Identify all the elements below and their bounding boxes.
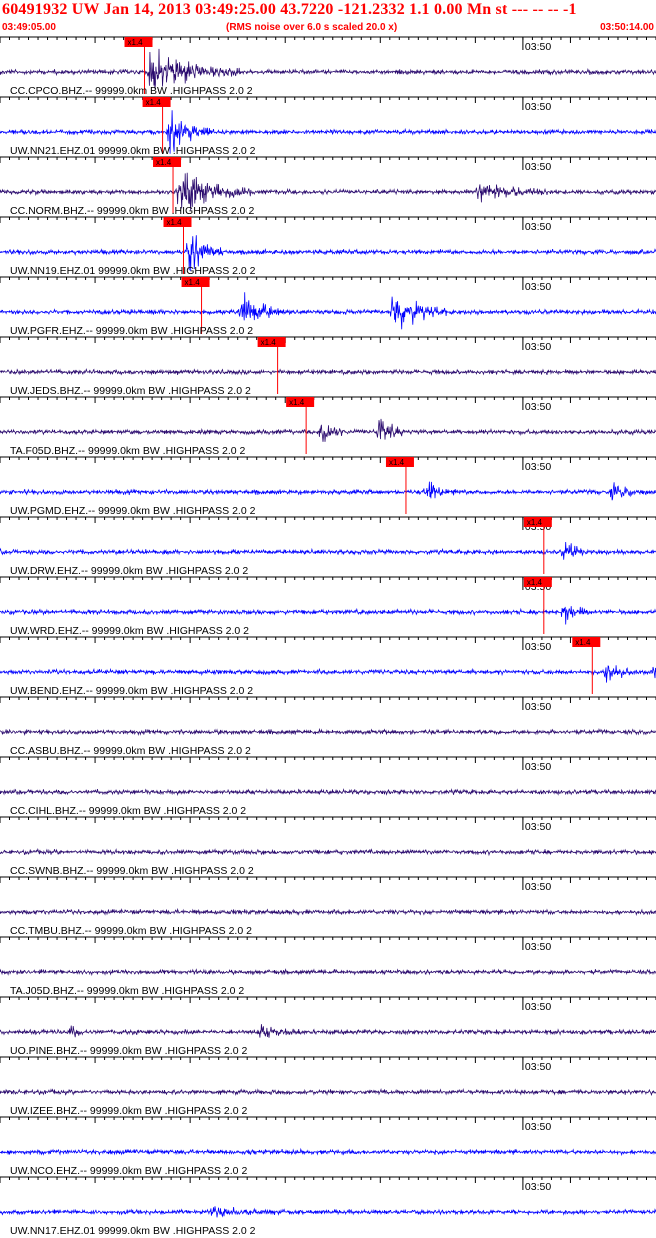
trace-panel: 03:50 x1.4 UW.BEND.EHZ.-- 99999.0km BW .HI…	[0, 636, 656, 697]
waveform	[0, 788, 656, 796]
trace-panel: 03:50 CC.ASBU.BHZ.-- 99999.0km BW .HIGHPA…	[0, 696, 656, 757]
pick-label: x1.4	[289, 398, 305, 407]
minute-tick-label: 03:50	[525, 701, 551, 713]
trace-label: UO.PINE.BHZ.-- 99999.0km BW .HIGHPASS 2.…	[10, 1045, 247, 1057]
trace-label: CC.TMBU.BHZ.-- 99999.0km BW .HIGHPASS 2.…	[10, 925, 252, 937]
minute-tick-label: 03:50	[525, 1001, 551, 1013]
trace-label: CC.SWNB.BHZ.-- 99999.0km BW .HIGHPASS 2.…	[10, 865, 254, 877]
minute-tick-label: 03:50	[525, 281, 551, 293]
trace-panel: 03:50 TA.J05D.BHZ.-- 99999.0km BW .HIGHPA…	[0, 936, 656, 997]
waveform	[0, 292, 656, 330]
trace-label: UW.WRD.EHZ.-- 99999.0km BW .HIGHPASS 2.0…	[10, 625, 249, 637]
header: 60491932 UW Jan 14, 2013 03:49:25.00 43.…	[0, 0, 656, 36]
trace-panel: 03:50x1.4UW.WRD.EHZ.-- 99999.0km BW .HIG…	[0, 576, 656, 637]
waveform	[0, 481, 656, 501]
minute-tick-label: 03:50	[525, 101, 551, 113]
scaling-note: (RMS noise over 6.0 s scaled 20.0 x)	[226, 22, 398, 33]
pick-label: x1.4	[156, 158, 172, 167]
trace-label: UW.BEND.EHZ.-- 99999.0km BW .HIGHPASS 2.…	[10, 685, 253, 697]
trace-label: TA.F05D.BHZ.-- 99999.0km BW .HIGHPASS 2.…	[10, 445, 246, 457]
trace-label: UW.PGFR.EHZ.-- 99999.0km BW .HIGHPASS 2.…	[10, 325, 253, 337]
pick-label: x1.4	[527, 518, 543, 527]
minute-tick-label: 03:50	[525, 1061, 551, 1073]
minute-tick-label: 03:50	[525, 221, 551, 233]
trace-label: UW.DRW.EHZ.-- 99999.0km BW .HIGHPASS 2.0…	[10, 565, 248, 577]
waveform	[0, 727, 656, 737]
trace-panel: 03:50 CC.CIHL.BHZ.-- 99999.0km BW .HIGHPA…	[0, 756, 656, 817]
trace-label: UW.IZEE.BHZ.-- 99999.0km BW .HIGHPASS 2.…	[10, 1105, 247, 1117]
minute-tick-label: 03:50	[525, 881, 551, 893]
minute-tick-label: 03:50	[525, 821, 551, 833]
trace-label: UW.NCO.EHZ.-- 99999.0km BW .HIGHPASS 2.0…	[10, 1165, 247, 1177]
event-title: 60491932 UW Jan 14, 2013 03:49:25.00 43.…	[2, 1, 577, 18]
seismogram-panel: 03:50x1.4CC.CPCO.BHZ.-- 99999.0km BW .HI…	[0, 36, 656, 1237]
trace-label: UW.NN21.EHZ.01 99999.0km BW .HIGHPASS 2.…	[10, 145, 256, 157]
end-time: 03:50:14.00	[600, 22, 654, 33]
trace-panel: 03:50 UW.NCO.EHZ.-- 99999.0km BW .HIGHPAS…	[0, 1116, 656, 1177]
trace-label: UW.NN19.EHZ.01 99999.0km BW .HIGHPASS 2.…	[10, 265, 256, 277]
trace-label: CC.NORM.BHZ.-- 99999.0km BW .HIGHPASS 2.…	[10, 205, 254, 217]
waveform	[0, 665, 656, 683]
waveform	[0, 1206, 656, 1218]
waveform	[0, 48, 656, 89]
trace-label: UW.NN17.EHZ.01 99999.0km BW .HIGHPASS 2.…	[10, 1225, 256, 1237]
trace-label: CC.CIHL.BHZ.-- 99999.0km BW .HIGHPASS 2.…	[10, 805, 246, 817]
waveform	[0, 907, 656, 917]
waveform	[0, 968, 656, 977]
trace-panel: 03:50 x1.4 UW.PGFR.EHZ.-- 99999.0km BW .HI…	[0, 276, 656, 337]
trace-panel: 03:50 x1.4 UW.NN21.EHZ.01 99999.0km BW .HI…	[0, 96, 656, 157]
trace-panel: 03:50x1.4UW.DRW.EHZ.-- 99999.0km BW .HIG…	[0, 516, 656, 577]
minute-tick-label: 03:50	[525, 401, 551, 413]
trace-panel: 03:50 x1.4 TA.F05D.BHZ.-- 99999.0km BW .HI…	[0, 396, 656, 457]
trace-panel: 03:50 x1.4 UW.JEDS.BHZ.-- 99999.0km BW .HI…	[0, 336, 656, 397]
pick-label: x1.4	[261, 338, 277, 347]
minute-tick-label: 03:50	[525, 941, 551, 953]
waveform	[0, 1087, 656, 1097]
start-time: 03:49:05.00	[2, 22, 56, 33]
pick-label: x1.4	[389, 458, 405, 467]
waveform	[0, 418, 656, 442]
trace-panel: 03:50 CC.SWNB.BHZ.-- 99999.0km BW .HIGHPA…	[0, 816, 656, 877]
trace-label: TA.J05D.BHZ.-- 99999.0km BW .HIGHPASS 2.…	[10, 985, 244, 997]
minute-tick-label: 03:50	[525, 41, 551, 53]
trace-panel: 03:50 UO.PINE.BHZ.-- 99999.0km BW .HIGHPA…	[0, 996, 656, 1057]
waveform	[0, 1024, 656, 1038]
trace-label: CC.CPCO.BHZ.-- 99999.0km BW .HIGHPASS 2.…	[10, 85, 253, 97]
waveform	[0, 1147, 656, 1157]
waveform	[0, 847, 656, 857]
pick-label: x1.4	[185, 278, 201, 287]
trace-panel: 03:50 CC.TMBU.BHZ.-- 99999.0km BW .HIGHPA…	[0, 876, 656, 937]
minute-tick-label: 03:50	[525, 161, 551, 173]
trace-panel: 03:50 UW.IZEE.BHZ.-- 99999.0km BW .HIGHPA…	[0, 1056, 656, 1117]
trace-panel: 03:50 x1.4 UW.PGMD.EHZ.-- 99999.0km BW .HI…	[0, 456, 656, 517]
pick-label: x1.4	[166, 218, 182, 227]
trace-label: UW.PGMD.EHZ.-- 99999.0km BW .HIGHPASS 2.…	[10, 505, 256, 517]
minute-tick-label: 03:50	[525, 461, 551, 473]
minute-tick-label: 03:50	[525, 1121, 551, 1133]
minute-tick-label: 03:50	[525, 641, 551, 653]
pick-label: x1.4	[527, 578, 543, 587]
trace-label: UW.JEDS.BHZ.-- 99999.0km BW .HIGHPASS 2.…	[10, 385, 251, 397]
trace-panel: 03:50 x1.4 CC.NORM.BHZ.-- 99999.0km BW .HI…	[0, 156, 656, 217]
pick-label: x1.4	[575, 638, 591, 647]
minute-tick-label: 03:50	[525, 761, 551, 773]
minute-tick-label: 03:50	[525, 341, 551, 353]
waveform	[0, 606, 656, 625]
pick-label: x1.4	[128, 38, 144, 47]
waveform	[0, 368, 656, 376]
minute-tick-label: 03:50	[525, 1181, 551, 1193]
trace-panel: 03:50 x1.4 UW.NN19.EHZ.01 99999.0km BW .HI…	[0, 216, 656, 277]
pick-label: x1.4	[146, 98, 162, 107]
trace-panel: 03:50 UW.NN17.EHZ.01 99999.0km BW .HIGHPA…	[0, 1176, 656, 1237]
trace-label: CC.ASBU.BHZ.-- 99999.0km BW .HIGHPASS 2.…	[10, 745, 251, 757]
trace-panel: 03:50 x1.4 CC.CPCO.BHZ.-- 99999.0km BW .HI…	[0, 36, 656, 97]
waveform	[0, 541, 656, 560]
